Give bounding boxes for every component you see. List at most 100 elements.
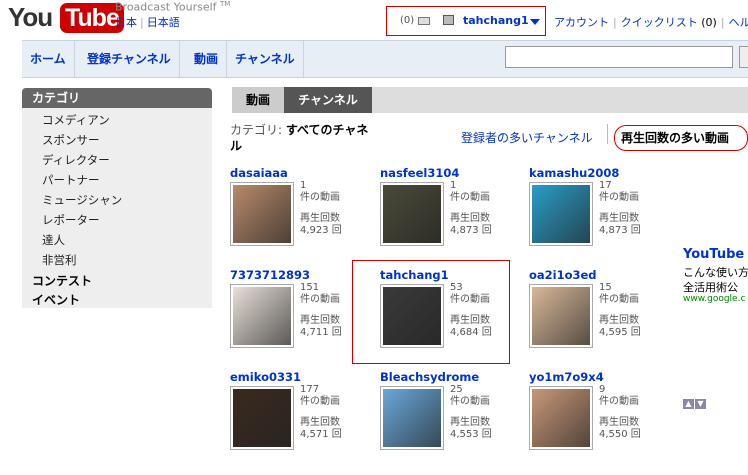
user-menu[interactable]: (0) tahchang1 xyxy=(386,6,546,36)
ad-title[interactable]: YouTube xyxy=(683,247,744,262)
video-count: 151 xyxy=(300,282,320,293)
separator: | xyxy=(720,16,725,29)
channel-card: 7373712893 151 件の動画 再生回数 4,711 回 xyxy=(230,268,370,358)
channel-name-link[interactable]: nasfeel3104 xyxy=(380,166,459,180)
channel-card: dasaiaaa 1 件の動画再生回数 4,923 回 xyxy=(230,166,370,256)
views-count: 4,553 回 xyxy=(450,429,492,440)
video-count: 177 xyxy=(300,384,320,395)
video-count-label: 件の動画 xyxy=(599,294,639,305)
sidebar-item-partners[interactable]: パートナー xyxy=(42,172,100,188)
channel-thumbnail[interactable] xyxy=(380,386,444,450)
mail-count: (0) xyxy=(400,15,415,26)
channel-name-link[interactable]: Bleachsydrome xyxy=(380,370,479,384)
thumbnail-image xyxy=(233,185,291,243)
video-count-label: 件の動画 xyxy=(300,192,340,203)
views-count: 4,873 回 xyxy=(599,225,641,236)
quicklist-count: (0) xyxy=(701,16,717,29)
divider xyxy=(607,124,608,144)
channel-thumbnail[interactable] xyxy=(230,386,294,450)
tab-videos[interactable]: 動画 xyxy=(232,87,284,113)
video-count-label: 件の動画 xyxy=(300,396,340,407)
thumbnail-image xyxy=(233,287,291,345)
sidebar-item-gurus[interactable]: 達人 xyxy=(42,232,65,248)
trademark: TM xyxy=(220,0,231,8)
channel-card: emiko0331 177 件の動画再生回数 4,571 回 xyxy=(230,370,370,460)
views-label: 再生回数 xyxy=(300,417,340,428)
video-count-label: 件の動画 xyxy=(300,294,340,305)
highlight-box xyxy=(352,260,510,364)
quicklist-link[interactable]: クイックリスト xyxy=(621,16,698,29)
channel-thumbnail[interactable] xyxy=(230,182,294,246)
thumbnail-image xyxy=(532,287,590,345)
channel-name-link[interactable]: oa2i1o3ed xyxy=(529,268,597,282)
search-button[interactable] xyxy=(739,46,748,68)
separator: | xyxy=(140,16,144,29)
nav-tab-subscriptions[interactable]: 登録チャンネル xyxy=(79,41,180,77)
channel-thumbnail[interactable] xyxy=(230,284,294,348)
views-count: 4,550 回 xyxy=(599,429,641,440)
channel-stats: 151 件の動画 再生回数 4,711 回 xyxy=(300,282,342,339)
channel-name-link[interactable]: kamashu2008 xyxy=(529,166,619,180)
category-label: カテゴリ: すべてのチャネル xyxy=(230,122,380,154)
channel-name-link[interactable]: yo1m7o9x4 xyxy=(529,370,604,384)
tagline-text: Broadcast Yourself xyxy=(115,0,217,14)
views-label: 再生回数 xyxy=(599,417,639,428)
channel-name-link[interactable]: emiko0331 xyxy=(230,370,301,384)
channel-stats: 1 件の動画 再生回数 4,873 回 xyxy=(450,180,492,237)
views-count: 4,923 回 xyxy=(300,225,342,236)
tab-channels[interactable]: チャンネル xyxy=(284,87,372,113)
video-count-label: 件の動画 xyxy=(450,192,490,203)
channel-thumbnail[interactable] xyxy=(529,182,593,246)
mail-icon[interactable] xyxy=(418,17,430,25)
separator: | xyxy=(613,16,617,29)
nav-tab-home[interactable]: ホーム xyxy=(22,41,75,77)
ad-prev-icon[interactable]: ▲ xyxy=(683,399,694,409)
ad-next-icon[interactable]: ▼ xyxy=(695,399,706,409)
views-label: 再生回数 xyxy=(300,213,340,224)
channel-thumbnail[interactable] xyxy=(380,182,444,246)
video-count: 25 xyxy=(450,384,463,395)
ad-nav-arrows[interactable]: ▲ ▼ xyxy=(683,396,707,409)
sidebar-item-comedians[interactable]: コメディアン xyxy=(42,112,110,128)
language-selector: 日本 | 日本語 xyxy=(115,14,180,30)
channel-stats: 177 件の動画再生回数 4,571 回 xyxy=(300,384,342,441)
username-link[interactable]: tahchang1 xyxy=(463,14,529,27)
top-links: アカウント|クイックリスト (0)|ヘルプ xyxy=(554,14,748,30)
channel-card: yo1m7o9x4 9 件の動画 再生回数 4,550 回 xyxy=(529,370,669,460)
views-count: 4,711 回 xyxy=(300,327,342,338)
chevron-down-icon[interactable] xyxy=(530,19,540,25)
sidebar-item-events[interactable]: イベント xyxy=(32,291,80,308)
channel-card: kamashu2008 17 件の動画 再生回数 4,873 回 xyxy=(529,166,669,256)
sort-most-viewed-button[interactable]: 再生回数の多い動画 xyxy=(614,125,748,151)
sidebar-item-directors[interactable]: ディレクター xyxy=(42,152,110,168)
sidebar-item-sponsors[interactable]: スポンサー xyxy=(42,132,100,148)
search-input[interactable] xyxy=(505,46,733,68)
language-link[interactable]: 日本語 xyxy=(147,16,180,29)
category-label-prefix: カテゴリ: xyxy=(230,123,286,137)
video-count: 1 xyxy=(300,180,307,191)
sidebar-item-musicians[interactable]: ミュージシャン xyxy=(42,192,122,208)
account-link[interactable]: アカウント xyxy=(554,16,609,29)
thumbnail-image xyxy=(532,389,590,447)
help-link[interactable]: ヘルプ xyxy=(729,16,748,29)
views-label: 再生回数 xyxy=(599,213,639,224)
tv-icon[interactable] xyxy=(443,15,454,25)
views-label: 再生回数 xyxy=(450,417,490,428)
sidebar-item-contests[interactable]: コンテスト xyxy=(32,272,92,289)
ad-text-line: こんな使い方 xyxy=(683,266,748,279)
nav-tab-channels[interactable]: チャンネル xyxy=(227,41,304,77)
views-count: 4,571 回 xyxy=(300,429,342,440)
category-header: カテゴリ xyxy=(22,88,212,108)
ad-url: www.google.c xyxy=(683,294,746,304)
thumbnail-image xyxy=(383,185,441,243)
nav-tab-videos[interactable]: 動画 xyxy=(186,41,228,77)
channel-thumbnail[interactable] xyxy=(529,284,593,348)
channel-name-link[interactable]: 7373712893 xyxy=(230,268,310,282)
country-link[interactable]: 日本 xyxy=(115,16,137,29)
views-count: 4,873 回 xyxy=(450,225,492,236)
channel-name-link[interactable]: dasaiaaa xyxy=(230,166,288,180)
channel-thumbnail[interactable] xyxy=(529,386,593,450)
sidebar-item-nonprofits[interactable]: 非営利 xyxy=(42,252,77,268)
sort-most-subscribed-link[interactable]: 登録者の多いチャンネル xyxy=(461,129,593,146)
sidebar-item-reporters[interactable]: レポーター xyxy=(42,212,100,228)
